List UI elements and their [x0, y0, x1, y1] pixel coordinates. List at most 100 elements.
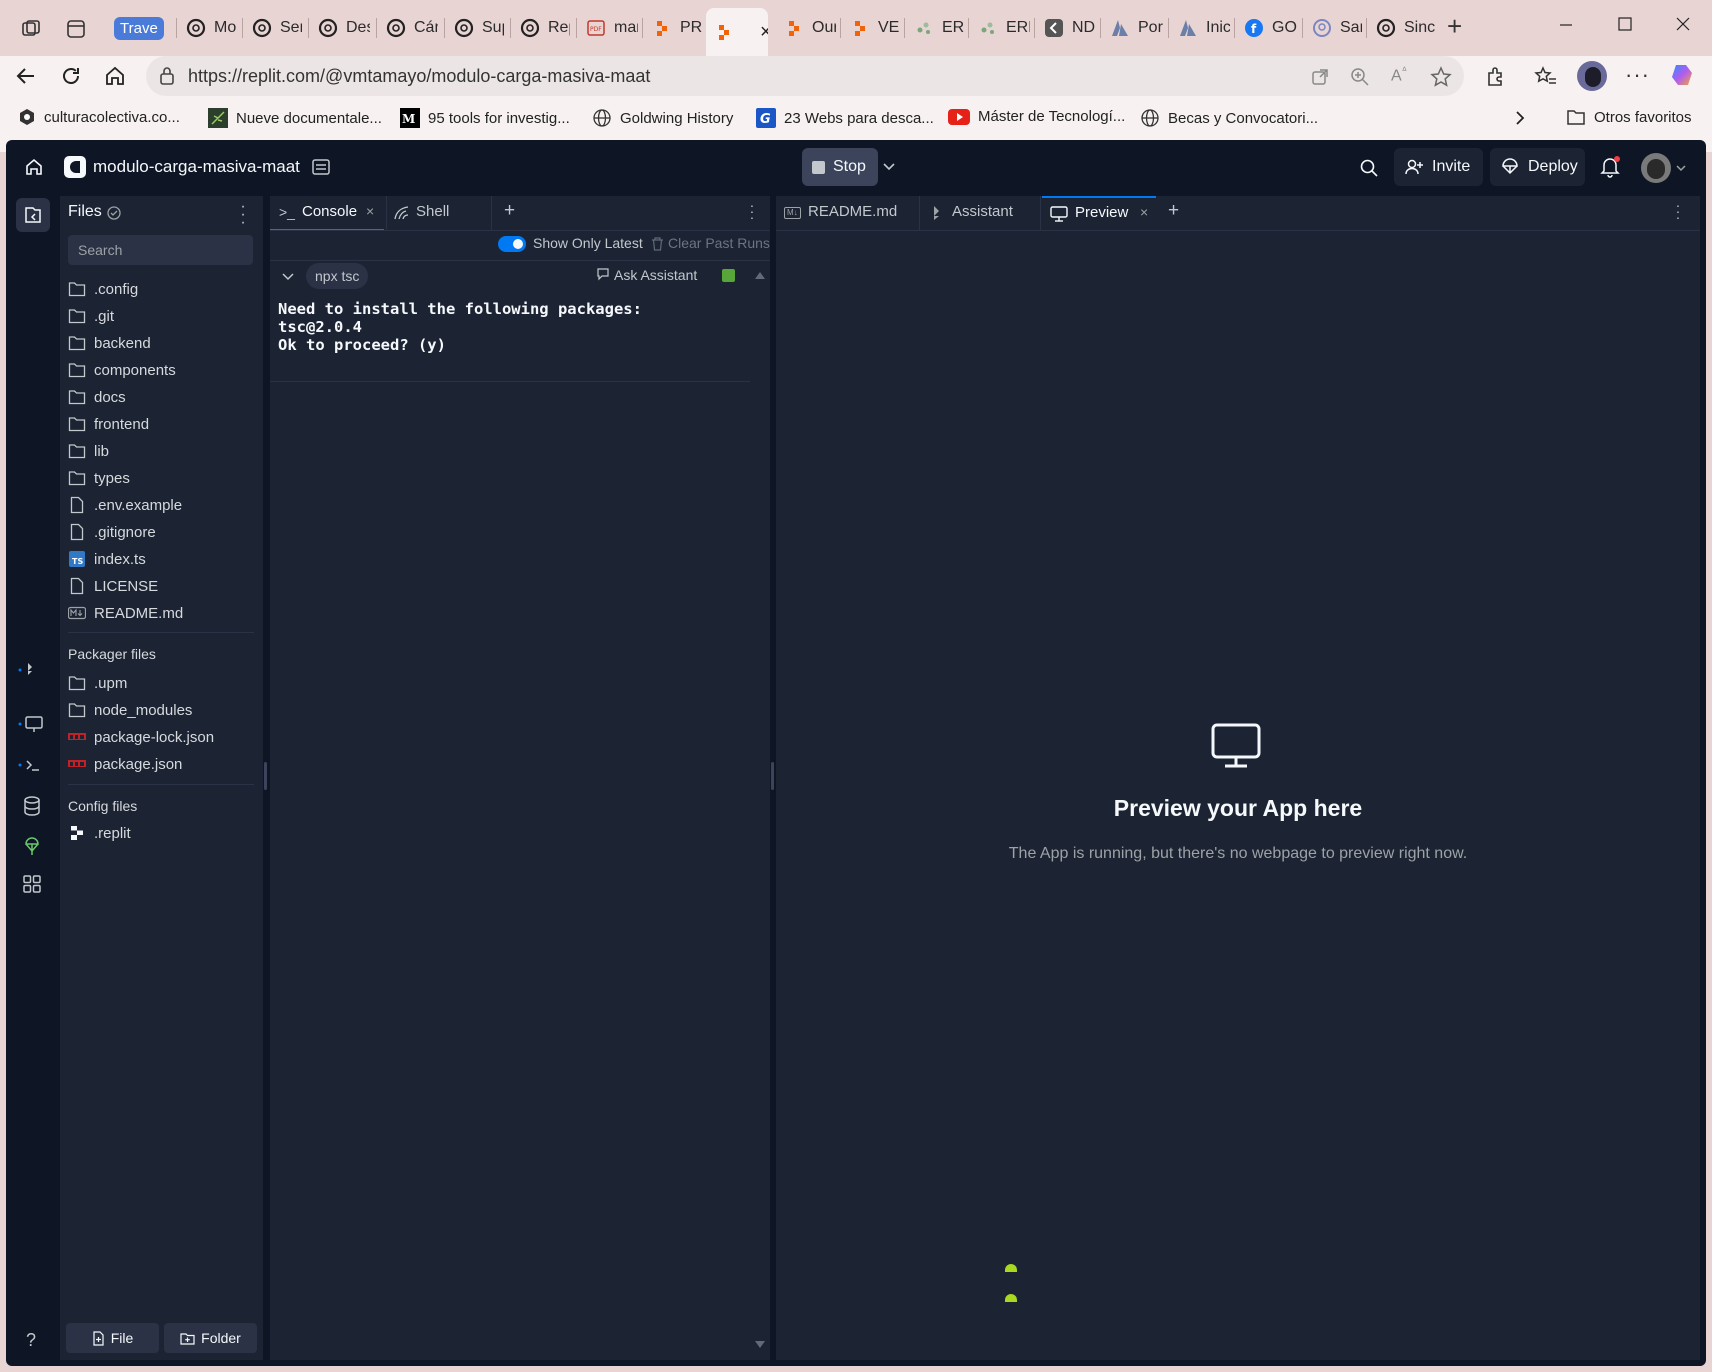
folder-item[interactable]: docs: [68, 385, 126, 409]
collapse-run-chevron-icon[interactable]: [281, 270, 295, 284]
browser-tab[interactable]: Des: [310, 10, 370, 46]
new-tab-button[interactable]: +: [1447, 13, 1462, 39]
bookmark-item[interactable]: M 95 tools for investig...: [400, 108, 570, 128]
assistant-tool-icon[interactable]: [18, 660, 42, 680]
browser-tab[interactable]: Cán: [378, 10, 438, 46]
browser-tab[interactable]: Inic: [1170, 10, 1230, 46]
deploy-button[interactable]: Deploy: [1490, 148, 1585, 186]
browser-tab-active[interactable]: ×: [706, 8, 768, 56]
account-chevron-icon[interactable]: [1675, 162, 1687, 174]
browser-tab[interactable]: PRO: [644, 10, 702, 46]
browser-tab[interactable]: San: [1304, 10, 1362, 46]
profile-avatar[interactable]: [1577, 61, 1607, 91]
panel-resize-handle[interactable]: [264, 762, 267, 790]
browser-tab[interactable]: f GO: [1236, 10, 1298, 46]
file-item[interactable]: README.md: [68, 601, 183, 625]
help-icon[interactable]: ?: [26, 1330, 36, 1351]
browser-tab[interactable]: Sinc: [1368, 10, 1438, 46]
file-item[interactable]: .gitignore: [68, 520, 156, 544]
ask-assistant-button[interactable]: Ask Assistant: [614, 267, 697, 283]
zoom-icon[interactable]: [1350, 67, 1370, 87]
file-item[interactable]: .replit: [68, 821, 131, 845]
folder-item[interactable]: frontend: [68, 412, 149, 436]
database-icon[interactable]: [22, 795, 42, 817]
notifications-bell-icon[interactable]: [1600, 156, 1620, 178]
browser-tab[interactable]: ERN: [906, 10, 964, 46]
tab-shell[interactable]: Shell: [386, 196, 492, 230]
scroll-down-icon[interactable]: [754, 1340, 766, 1350]
browser-tab[interactable]: Trave: [114, 10, 168, 46]
close-window-button[interactable]: [1675, 16, 1691, 32]
more-menu-icon[interactable]: ···: [1625, 62, 1650, 88]
stop-button[interactable]: Stop: [802, 148, 878, 186]
file-item[interactable]: package.json: [68, 752, 182, 776]
file-item[interactable]: .env.example: [68, 493, 182, 517]
close-tab-icon[interactable]: ×: [1140, 204, 1148, 220]
refresh-icon[interactable]: [59, 64, 83, 88]
browser-tab[interactable]: Our: [776, 10, 836, 46]
invite-button[interactable]: Invite: [1394, 148, 1483, 186]
browser-tab[interactable]: Mo: [178, 10, 236, 46]
browser-tab[interactable]: Rep: [512, 10, 570, 46]
add-tab-icon[interactable]: +: [504, 200, 515, 222]
workspaces-icon[interactable]: [20, 18, 42, 40]
bookmark-item[interactable]: Máster de Tecnologí...: [948, 108, 1125, 125]
files-tool-button[interactable]: [16, 198, 50, 232]
panel-resize-handle[interactable]: [771, 762, 774, 790]
show-only-latest-toggle[interactable]: [498, 236, 526, 252]
folder-item[interactable]: lib: [68, 439, 109, 463]
folder-item[interactable]: node_modules: [68, 698, 192, 722]
file-item[interactable]: package-lock.json: [68, 725, 214, 749]
file-search-input[interactable]: Search: [68, 235, 253, 265]
bookmark-item[interactable]: Nueve documentale...: [208, 108, 382, 128]
url-text[interactable]: https://replit.com/@vmtamayo/modulo-carg…: [188, 66, 650, 87]
home-icon[interactable]: [103, 64, 127, 88]
bookmark-item[interactable]: G 23 Webs para desca...: [756, 108, 934, 128]
browser-tab[interactable]: ERN: [970, 10, 1030, 46]
console-tool-icon[interactable]: [18, 755, 44, 775]
tab-assistant[interactable]: Assistant: [921, 196, 1041, 230]
files-menu-icon[interactable]: · · ·: [238, 199, 248, 231]
browser-tab[interactable]: Ser: [244, 10, 302, 46]
other-favorites[interactable]: Otros favoritos: [1566, 108, 1692, 126]
bookmark-item[interactable]: culturacolectiva.co...: [18, 108, 180, 126]
bookmark-item[interactable]: Becas y Convocatori...: [1140, 108, 1318, 128]
tab-console[interactable]: >_ Console ×: [270, 196, 384, 230]
new-file-button[interactable]: File: [66, 1323, 159, 1353]
bookmark-item[interactable]: Goldwing History: [592, 108, 733, 128]
extensions-icon[interactable]: [1484, 65, 1508, 89]
minimize-button[interactable]: [1558, 16, 1574, 32]
tab-readme[interactable]: M↓ README.md: [776, 196, 920, 230]
folder-item[interactable]: backend: [68, 331, 151, 355]
webview-tool-icon[interactable]: [18, 714, 44, 734]
file-item[interactable]: TS index.ts: [68, 547, 146, 571]
workspace-group-badge[interactable]: Trave: [114, 16, 164, 40]
back-icon[interactable]: [14, 64, 38, 88]
folder-item[interactable]: .config: [68, 277, 138, 301]
home-icon[interactable]: [24, 157, 44, 177]
close-tab-icon[interactable]: ×: [760, 21, 768, 44]
copilot-icon[interactable]: [1670, 61, 1698, 89]
folder-item[interactable]: types: [68, 466, 130, 490]
tab-preview[interactable]: Preview ×: [1042, 196, 1156, 230]
repl-info-icon[interactable]: [310, 156, 332, 178]
folder-item[interactable]: .upm: [68, 671, 127, 695]
file-item[interactable]: LICENSE: [68, 574, 158, 598]
deployments-icon[interactable]: [22, 835, 42, 857]
folder-item[interactable]: components: [68, 358, 176, 382]
folder-item[interactable]: .git: [68, 304, 114, 328]
new-folder-button[interactable]: Folder: [164, 1323, 257, 1353]
favorites-icon[interactable]: [1534, 65, 1558, 89]
read-aloud-icon[interactable]: Aᐞ: [1391, 66, 1407, 85]
favorite-star-icon[interactable]: [1430, 66, 1452, 88]
site-info-icon[interactable]: [158, 66, 176, 86]
browser-tab[interactable]: ND: [1036, 10, 1096, 46]
repl-name[interactable]: modulo-carga-masiva-maat: [93, 157, 300, 177]
all-tools-grid-icon[interactable]: [22, 874, 42, 894]
add-tab-icon[interactable]: +: [1168, 200, 1179, 222]
search-icon[interactable]: [1359, 158, 1379, 178]
browser-tab[interactable]: Sup: [446, 10, 504, 46]
clear-past-runs-button[interactable]: Clear Past Runs: [668, 235, 770, 251]
browser-tab[interactable]: PDF mar: [578, 10, 638, 46]
bookmarks-overflow-icon[interactable]: [1512, 108, 1528, 128]
